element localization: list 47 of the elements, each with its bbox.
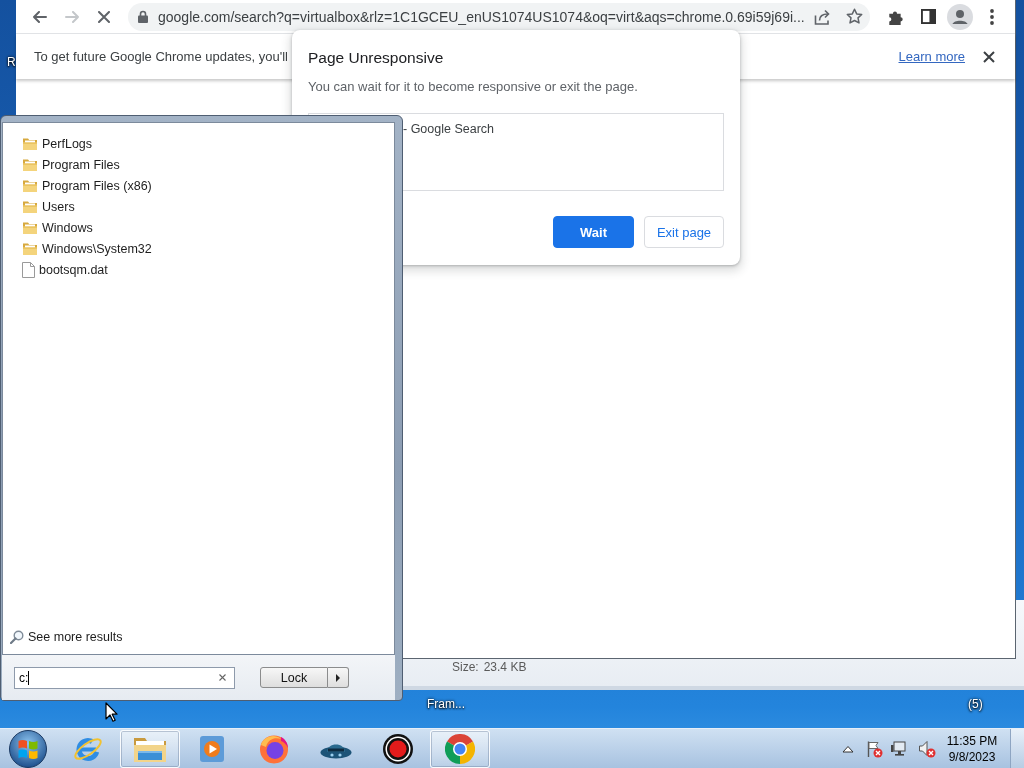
search-result[interactable]: Windows — [22, 217, 99, 238]
flame-globe-icon[interactable] — [259, 733, 289, 764]
record-icon[interactable] — [383, 733, 413, 764]
lock-button[interactable]: Lock — [260, 667, 328, 688]
search-result[interactable]: Program Files (x86) — [22, 175, 158, 196]
search-result[interactable]: Windows\System32 — [22, 238, 158, 259]
dialog-button[interactable]: Wait — [553, 216, 634, 248]
desktop-icon-label: (5) — [968, 697, 983, 711]
caret-right-icon[interactable] — [336, 673, 340, 682]
side-panel-icon[interactable] — [920, 9, 936, 24]
dialog-button[interactable]: Exit page — [644, 216, 724, 248]
clock-date[interactable]: 9/8/2023 — [948, 748, 996, 765]
page-list-item: - Google Search — [403, 122, 496, 136]
play-icon[interactable] — [199, 734, 225, 763]
caret-up-icon[interactable] — [842, 744, 854, 753]
search-result[interactable]: bootsqm.dat — [22, 259, 114, 280]
clock-time[interactable]: 11:35 PM — [946, 732, 998, 749]
size-label: Size: — [452, 661, 479, 676]
arrow-left-icon[interactable] — [33, 10, 47, 23]
dialog-title: Page Unresponsive — [308, 48, 445, 68]
file-icon — [22, 261, 35, 278]
kebab-menu-icon[interactable] — [990, 8, 994, 25]
size-value: 23.4 KB — [483, 661, 527, 676]
desktop-icon-label: Fram... — [427, 697, 465, 711]
monitor-icon[interactable] — [890, 739, 908, 758]
flag-icon[interactable] — [865, 739, 883, 758]
search-result[interactable]: PerfLogs — [22, 133, 99, 154]
padlock-icon — [138, 10, 148, 23]
mouse-pointer-icon — [105, 702, 118, 722]
ring-logo-icon[interactable] — [445, 733, 475, 764]
search-icon — [10, 629, 24, 644]
address-bar[interactable]: google.com/search?q=virtualbox&rlz=1C1GCEU_enUS1074US1074&oq=virt&aqs=chrome.0.69i59j69i... — [128, 2, 870, 31]
orb-icon[interactable] — [9, 729, 47, 768]
clear-icon[interactable] — [219, 674, 226, 681]
star-icon[interactable] — [845, 8, 863, 25]
cross-icon[interactable] — [98, 10, 110, 23]
search-result[interactable]: Users — [22, 196, 81, 217]
speaker-icon[interactable] — [918, 739, 936, 758]
see-more-results-link[interactable]: See more results — [10, 626, 123, 647]
learn-more-link[interactable]: Learn more — [898, 49, 965, 64]
info-message: To get future Google Chrome updates, you'll — [34, 49, 288, 64]
menu-arrow-button[interactable] — [328, 667, 349, 688]
dialog-message: You can wait for it to become responsive or exit the page. — [308, 78, 639, 96]
share-icon[interactable] — [813, 8, 831, 25]
search-result[interactable]: Program Files — [22, 154, 126, 175]
desktop-icon-label: R — [7, 55, 16, 69]
search-field[interactable]: c: — [14, 666, 235, 689]
